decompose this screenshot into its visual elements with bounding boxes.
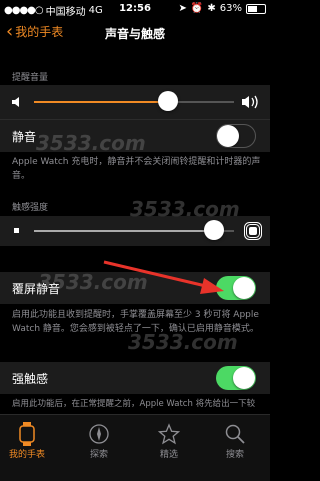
- watch-icon: [19, 422, 35, 446]
- speaker-high-icon: [242, 95, 258, 109]
- prominent-haptic-footnote: 启用此功能后，在正常提醒之前，Apple Watch 将先给出一下较强的触感提醒…: [12, 399, 256, 409]
- prominent-haptic-toggle[interactable]: [216, 366, 256, 390]
- alert-volume-row: [0, 85, 270, 119]
- tab-label: 搜索: [225, 450, 244, 460]
- tab-my-watch[interactable]: 我的手表: [0, 421, 54, 460]
- battery-icon: [246, 3, 266, 14]
- bluetooth-icon: ✱: [207, 3, 216, 14]
- haptic-high-icon: [244, 222, 262, 240]
- star-icon: [158, 423, 180, 445]
- navigation-bar: ‹ 我的手表 声音与触感: [0, 18, 270, 46]
- location-icon: ➤: [178, 3, 187, 14]
- haptic-track-filled: [34, 230, 214, 232]
- tab-label: 我的手表: [8, 450, 45, 460]
- prominent-haptic-label: 强触感: [12, 372, 49, 386]
- battery-fill: [248, 5, 257, 12]
- battery-percent: 63%: [219, 3, 242, 14]
- search-icon: [225, 424, 245, 444]
- tab-label: 探索: [89, 450, 108, 460]
- mute-toggle[interactable]: [216, 124, 256, 148]
- watermark: 3533.com: [128, 330, 238, 354]
- tab-featured[interactable]: 精选: [142, 421, 196, 460]
- mute-footnote: Apple Watch 充电时，静音并不会关闭闹铃提醒和计时器的声音。: [12, 157, 261, 181]
- page-title: 声音与触感: [104, 27, 165, 41]
- compass-icon: [89, 424, 109, 444]
- tab-search[interactable]: 搜索: [208, 421, 262, 460]
- tab-explore[interactable]: 探索: [72, 421, 126, 460]
- alert-volume-section-label: 提醒音量: [12, 73, 49, 83]
- status-right: ➤ ⏰ ✱ 63%: [179, 3, 266, 14]
- alert-volume-slider[interactable]: [158, 91, 178, 111]
- toggle-knob: [233, 367, 255, 389]
- toggle-knob: [233, 277, 255, 299]
- prominent-haptic-row: 强触感: [0, 362, 270, 394]
- toggle-knob: [217, 125, 239, 147]
- watermark: 3533.com: [130, 197, 240, 221]
- speaker-low-icon: [12, 97, 19, 107]
- status-bar: ●●●●○ 中国移动 4G 12:56 ➤ ⏰ ✱ 63%: [0, 0, 270, 18]
- alarm-icon: ⏰: [190, 3, 204, 14]
- haptic-section-label: 触感强度: [12, 203, 49, 213]
- haptic-strength-slider[interactable]: [204, 220, 224, 240]
- volume-track-filled: [34, 101, 168, 103]
- watermark: 3533.com: [38, 270, 148, 294]
- tab-bar: 我的手表 探索 精选 搜索: [0, 414, 270, 481]
- watermark: 3533.com: [36, 131, 146, 155]
- tab-label: 精选: [159, 450, 178, 460]
- haptic-low-icon: [14, 228, 19, 233]
- mute-label: 静音: [12, 130, 37, 144]
